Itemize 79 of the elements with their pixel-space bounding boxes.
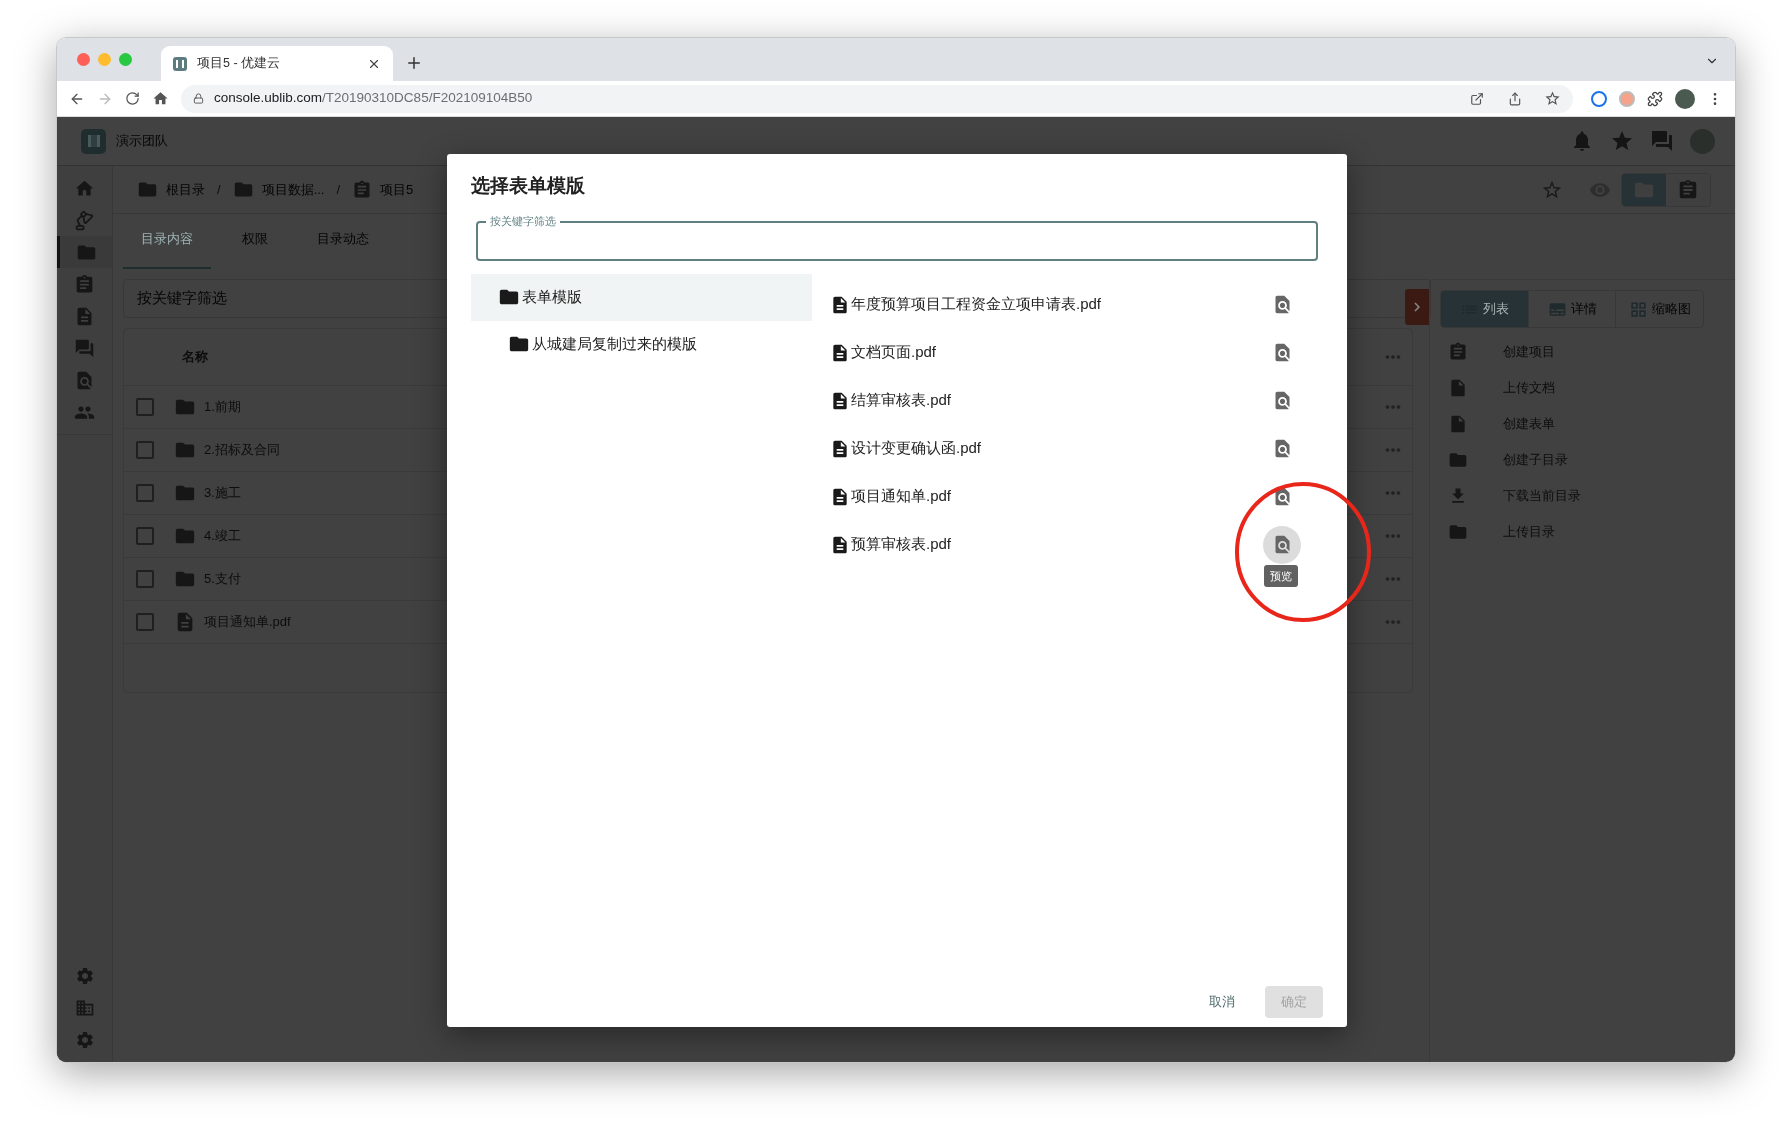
grid-icon [1628, 299, 1648, 319]
field-label: 按关键字筛选 [486, 214, 560, 228]
app-logo-icon [81, 128, 106, 154]
tab[interactable]: 权限 [211, 227, 299, 269]
settings-icon[interactable] [74, 1030, 95, 1050]
view-mode-tab[interactable]: 列表 [1441, 291, 1528, 327]
file-icon [830, 390, 850, 411]
extensions-icon[interactable] [1647, 90, 1663, 107]
tab-title: 项目5 - 优建云 [197, 55, 282, 73]
file-icon [830, 486, 850, 507]
document-icon [74, 305, 95, 327]
chat-icon[interactable] [1650, 129, 1674, 153]
breadcrumb-separator: / [336, 180, 341, 199]
lamp-icon [74, 209, 95, 231]
app-logo-icon [173, 56, 187, 71]
view-mode-tab[interactable]: 缩略图 [1615, 291, 1703, 327]
template-row[interactable]: 设计变更确认函.pdf [830, 424, 1323, 473]
file-name: 预算审核表.pdf [851, 534, 953, 555]
tree-item[interactable]: 从城建局复制过来的模版 [471, 320, 812, 368]
reload-icon[interactable] [125, 91, 140, 106]
file-icon [830, 342, 850, 363]
settings-icon[interactable] [74, 966, 95, 986]
address-field[interactable]: console.ublib.com/T20190310DC85/F202109104B50 [181, 84, 1573, 113]
search-icon [74, 369, 95, 391]
view-mode-tab[interactable]: 详情 [1527, 291, 1616, 327]
checkbox[interactable] [136, 613, 154, 631]
file-name: 结算审核表.pdf [851, 390, 953, 411]
file-name: 项目通知单.pdf [851, 486, 953, 507]
file-name: 年度预算项目工程资金立项申请表.pdf [851, 294, 1103, 315]
filter-placeholder: 按关键字筛选 [137, 288, 227, 309]
profile-avatar[interactable] [1675, 88, 1695, 109]
chat-icon [74, 337, 95, 359]
url-text: console.ublib.com/T20190310DC85/F202109104B50 [214, 89, 534, 108]
checkbox[interactable] [136, 527, 154, 545]
breadcrumb-link[interactable]: 项目5 [380, 179, 414, 200]
user-avatar[interactable] [1690, 128, 1715, 154]
tooltip: 预览 [1264, 564, 1298, 587]
file-icon [1448, 414, 1468, 434]
template-row[interactable]: 项目通知单.pdf [830, 472, 1323, 521]
share-icon[interactable] [1508, 91, 1522, 106]
checkbox[interactable] [136, 398, 154, 416]
file-name: 设计变更确认函.pdf [851, 438, 983, 459]
home-icon[interactable] [152, 90, 169, 107]
file-icon [830, 294, 850, 315]
file-icon [1448, 378, 1468, 398]
template-row[interactable]: 文档页面.pdf [830, 328, 1323, 377]
preview-button[interactable] [1263, 525, 1301, 564]
browser-tab[interactable]: 项目5 - 优建云 [161, 46, 393, 81]
view-toggle-button[interactable] [1622, 173, 1666, 206]
clipboard-icon [352, 179, 373, 200]
breadcrumb-separator: / [217, 180, 221, 199]
clipboard-icon [1448, 342, 1468, 362]
star-icon[interactable] [1544, 90, 1561, 107]
template-row[interactable]: 年度预算项目工程资金立项申请表.pdf [830, 280, 1323, 329]
sidebar-item[interactable] [57, 236, 112, 268]
breadcrumb-link[interactable]: 根目录 [166, 179, 205, 200]
new-tab-icon[interactable] [405, 54, 423, 72]
checkbox[interactable] [136, 570, 154, 588]
tree-item[interactable]: 表单模版 [471, 273, 812, 321]
file-icon [830, 534, 850, 555]
tab[interactable]: 目录内容 [123, 227, 211, 269]
file-name: 文档页面.pdf [851, 342, 938, 363]
checkbox[interactable] [136, 484, 154, 502]
collapse-panel-button[interactable] [1405, 289, 1429, 325]
folder-icon [1448, 450, 1468, 470]
file-icon [830, 438, 850, 459]
star-icon[interactable] [1610, 129, 1634, 153]
lock-icon [193, 93, 204, 104]
password-extension-icon[interactable] [1591, 90, 1607, 107]
dialog-title: 选择表单模版 [471, 174, 586, 198]
dialog-button[interactable]: 取消 [1193, 986, 1251, 1018]
folder-icon [1448, 522, 1468, 542]
building-icon[interactable] [74, 998, 95, 1018]
clipboard-icon [74, 273, 95, 295]
checkbox[interactable] [136, 441, 154, 459]
breadcrumb-link[interactable]: 项目数据... [261, 179, 325, 200]
open-external-icon[interactable] [1470, 91, 1484, 106]
template-row[interactable]: 结算审核表.pdf [830, 376, 1323, 425]
clipboard-icon [1677, 178, 1699, 201]
